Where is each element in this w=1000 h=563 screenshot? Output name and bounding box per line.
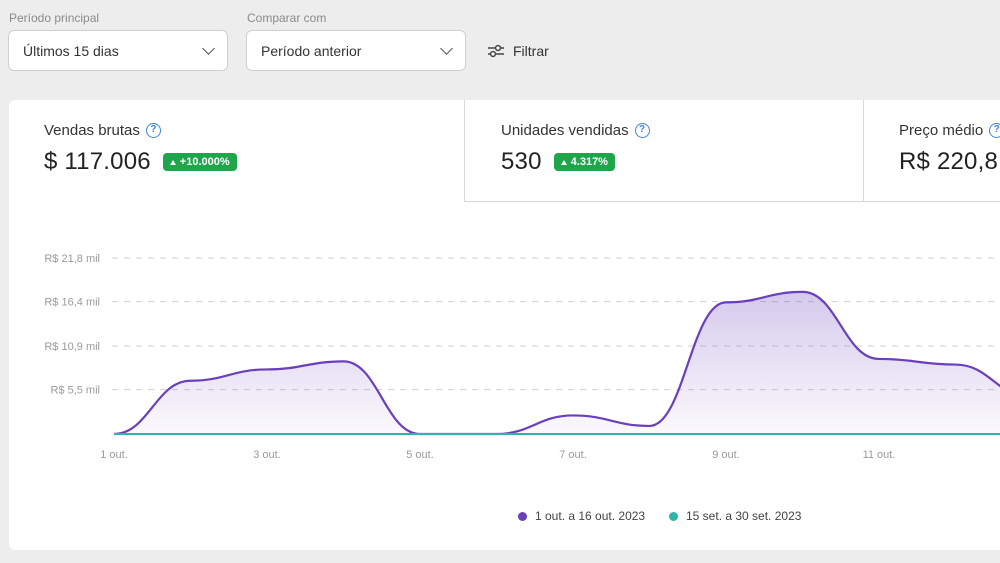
x-tick-label: 7 out. [559,449,587,461]
legend-item-previous[interactable]: 15 set. a 30 set. 2023 [669,509,801,523]
y-tick-label: R$ 21,8 mil [44,253,100,265]
legend-label: 1 out. a 16 out. 2023 [535,509,646,523]
x-tick-label: 5 out. [406,449,434,461]
legend-swatch-previous [669,511,678,521]
series-area-current [114,291,1000,435]
y-tick-label: R$ 5,5 mil [50,385,100,397]
y-tick-label: R$ 16,4 mil [44,297,100,309]
x-tick-label: 3 out. [253,449,281,461]
x-tick-label: 9 out. [712,449,740,461]
y-tick-label: R$ 10,9 mil [44,341,100,353]
legend-swatch-current [518,511,527,521]
x-tick-label: 11 out. [863,449,896,461]
legend-item-current[interactable]: 1 out. a 16 out. 2023 [518,509,645,523]
x-tick-label: 1 out. [100,449,128,461]
legend-label: 15 set. a 30 set. 2023 [686,509,802,523]
sales-chart: R$ 5,5 mil R$ 10,9 mil R$ 16,4 mil R$ 21,8 … [44,253,1000,461]
